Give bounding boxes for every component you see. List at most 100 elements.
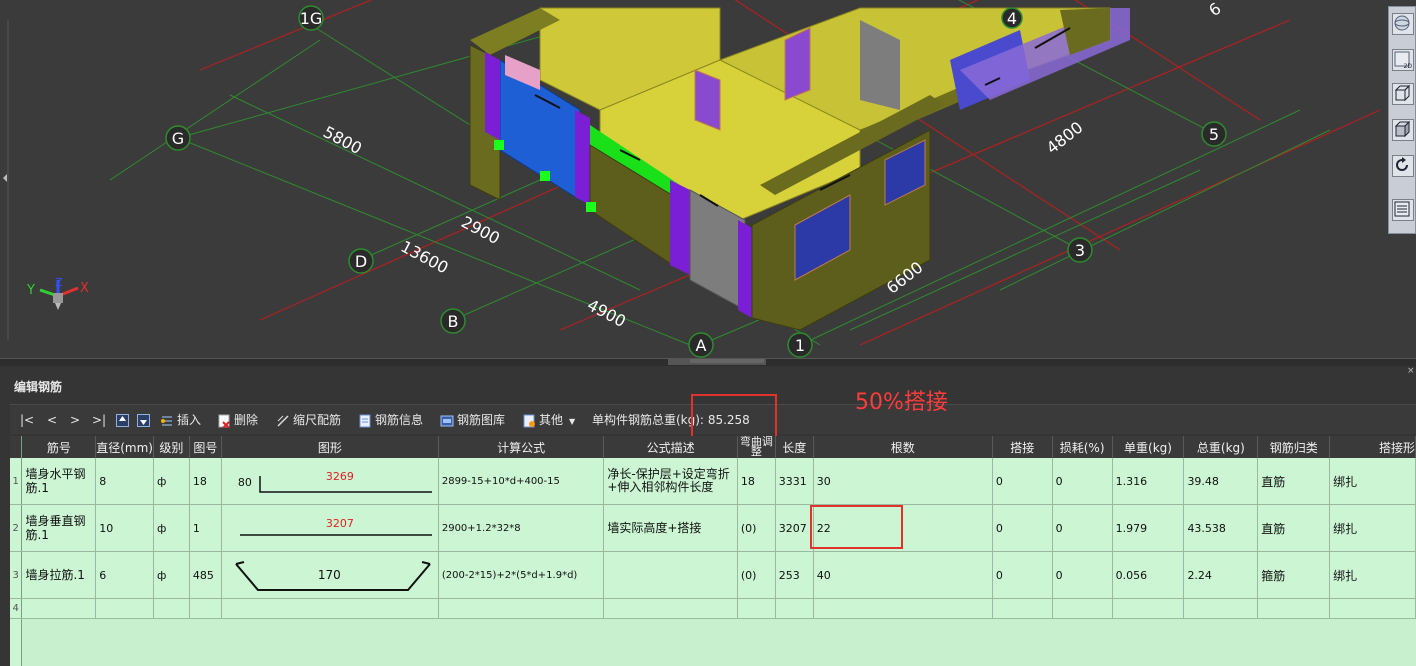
empty-cell[interactable] [221,598,439,619]
cell-bar-name[interactable]: 墙身拉筋.1 [21,551,97,599]
header-total-weight[interactable]: 总重(kg) [1183,436,1259,458]
cell-bend-adjust[interactable]: (0) [737,551,776,599]
cell-grade[interactable]: ф [153,504,190,552]
empty-cell[interactable] [1183,598,1259,619]
cell-lap-type[interactable]: 绑扎 [1329,551,1416,599]
empty-cell[interactable] [21,598,97,619]
rebar-table[interactable]: 筋号 直径(mm) 级别 图号 图形 计算公式 公式描述 弯曲调整 长度 根数 … [10,436,1416,666]
row-number[interactable]: 3 [10,551,23,599]
cell-figure-no[interactable]: 18 [189,458,222,505]
cube-solid-icon[interactable] [1392,119,1414,141]
layer-list-icon[interactable] [1392,199,1414,221]
empty-cell[interactable] [438,598,605,619]
move-down-button[interactable] [137,405,153,435]
header-shape[interactable]: 图形 [221,436,439,458]
collapse-left-arrow-icon[interactable] [3,174,7,182]
cell-unit-weight[interactable]: 1.979 [1112,504,1185,552]
cell-count[interactable]: 30 [813,458,993,505]
cell-category[interactable]: 直筋 [1257,504,1331,552]
globe-icon[interactable] [1392,13,1414,35]
header-bar-no[interactable]: 筋号 [21,436,97,458]
header-lap[interactable]: 搭接 [992,436,1053,458]
cell-grade[interactable]: ф [153,551,190,599]
cell-count[interactable]: 40 [813,551,993,599]
empty-cell[interactable] [1329,598,1416,619]
cell-formula[interactable]: 2899-15+10*d+400-15 [438,458,605,505]
cell-formula[interactable]: (200-2*15)+2*(5*d+1.9*d) [438,551,605,599]
rotate-icon[interactable] [1392,155,1414,177]
empty-cell[interactable] [1052,598,1113,619]
cell-formula[interactable]: 2900+1.2*32*8 [438,504,605,552]
empty-cell[interactable] [737,598,776,619]
cell-unit-weight[interactable]: 1.316 [1112,458,1185,505]
panel-splitter[interactable] [0,358,1416,366]
cell-loss[interactable]: 0 [1052,504,1113,552]
nav-next-button[interactable]: > [70,405,80,435]
header-category[interactable]: 钢筋归类 [1257,436,1331,458]
cell-total-weight[interactable]: 39.48 [1183,458,1259,505]
delete-button[interactable]: 删除 [217,405,258,435]
cell-length[interactable]: 3207 [775,504,814,552]
cell-diameter[interactable]: 10 [95,504,154,552]
view-2d-icon[interactable]: 2D [1392,49,1414,71]
cell-figure-no[interactable]: 1 [189,504,222,552]
header-count[interactable]: 根数 [813,436,993,458]
panel-close-icon[interactable]: × [1407,366,1415,376]
cell-loss[interactable]: 0 [1052,551,1113,599]
header-description[interactable]: 公式描述 [603,436,738,458]
cell-loss[interactable]: 0 [1052,458,1113,505]
nav-prev-button[interactable]: < [47,405,57,435]
other-menu-button[interactable]: 其他 ▼ [522,405,575,435]
cell-bend-adjust[interactable]: (0) [737,504,776,552]
empty-cell[interactable] [813,598,993,619]
cell-bend-adjust[interactable]: 18 [737,458,776,505]
cell-lap[interactable]: 0 [992,458,1053,505]
empty-cell[interactable] [189,598,222,619]
cell-length[interactable]: 253 [775,551,814,599]
header-length[interactable]: 长度 [775,436,814,458]
rebar-info-button[interactable]: 钢筋信息 [358,405,423,435]
cell-shape[interactable]: 80 3269 [221,458,439,505]
header-figure-no[interactable]: 图号 [189,436,222,458]
cell-lap-type[interactable]: 绑扎 [1329,458,1416,505]
cell-bar-name[interactable]: 墙身垂直钢筋.1 [21,504,97,552]
cell-diameter[interactable]: 6 [95,551,154,599]
cell-grade[interactable]: ф [153,458,190,505]
nav-first-button[interactable]: |< [20,405,34,435]
empty-cell[interactable] [153,598,190,619]
cell-bar-name[interactable]: 墙身水平钢筋.1 [21,458,97,505]
move-up-button[interactable] [116,405,132,435]
row-number[interactable]: 2 [10,504,23,552]
cell-diameter[interactable]: 8 [95,458,154,505]
empty-cell[interactable] [775,598,814,619]
empty-cell[interactable] [1257,598,1331,619]
insert-button[interactable]: 插入 [160,405,201,435]
header-formula[interactable]: 计算公式 [438,436,605,458]
cell-lap[interactable]: 0 [992,551,1053,599]
nav-last-button[interactable]: >| [92,405,106,435]
empty-cell[interactable] [603,598,738,619]
cell-shape[interactable]: 170 [221,551,439,599]
cell-description[interactable]: 墙实际高度+搭接 [603,504,738,552]
empty-cell[interactable] [1112,598,1185,619]
empty-cell[interactable] [992,598,1053,619]
header-grade[interactable]: 级别 [153,436,190,458]
cell-lap[interactable]: 0 [992,504,1053,552]
cell-category[interactable]: 直筋 [1257,458,1331,505]
header-unit-weight[interactable]: 单重(kg) [1112,436,1185,458]
table-row[interactable]: 3 墙身拉筋.1 6 ф 485 170 (200-2*15)+2*(5*d+1… [10,551,1416,599]
cell-lap-type[interactable]: 绑扎 [1329,504,1416,552]
cell-description[interactable]: 净长-保护层+设定弯折+伸入相邻构件长度 [603,458,738,505]
row-number[interactable]: 1 [10,458,23,505]
cell-unit-weight[interactable]: 0.056 [1112,551,1185,599]
cell-category[interactable]: 箍筋 [1257,551,1331,599]
building-model[interactable] [469,7,1130,331]
cell-figure-no[interactable]: 485 [189,551,222,599]
header-bend-adjust[interactable]: 弯曲调整 [737,436,776,458]
cell-length[interactable]: 3331 [775,458,814,505]
header-diameter[interactable]: 直径(mm) [95,436,154,458]
table-row[interactable]: 1 墙身水平钢筋.1 8 ф 18 80 3269 2899-15+10*d+4… [10,458,1416,505]
cell-total-weight[interactable]: 2.24 [1183,551,1259,599]
rebar-library-button[interactable]: 钢筋图库 [440,405,505,435]
cell-shape[interactable]: 3207 [221,504,439,552]
